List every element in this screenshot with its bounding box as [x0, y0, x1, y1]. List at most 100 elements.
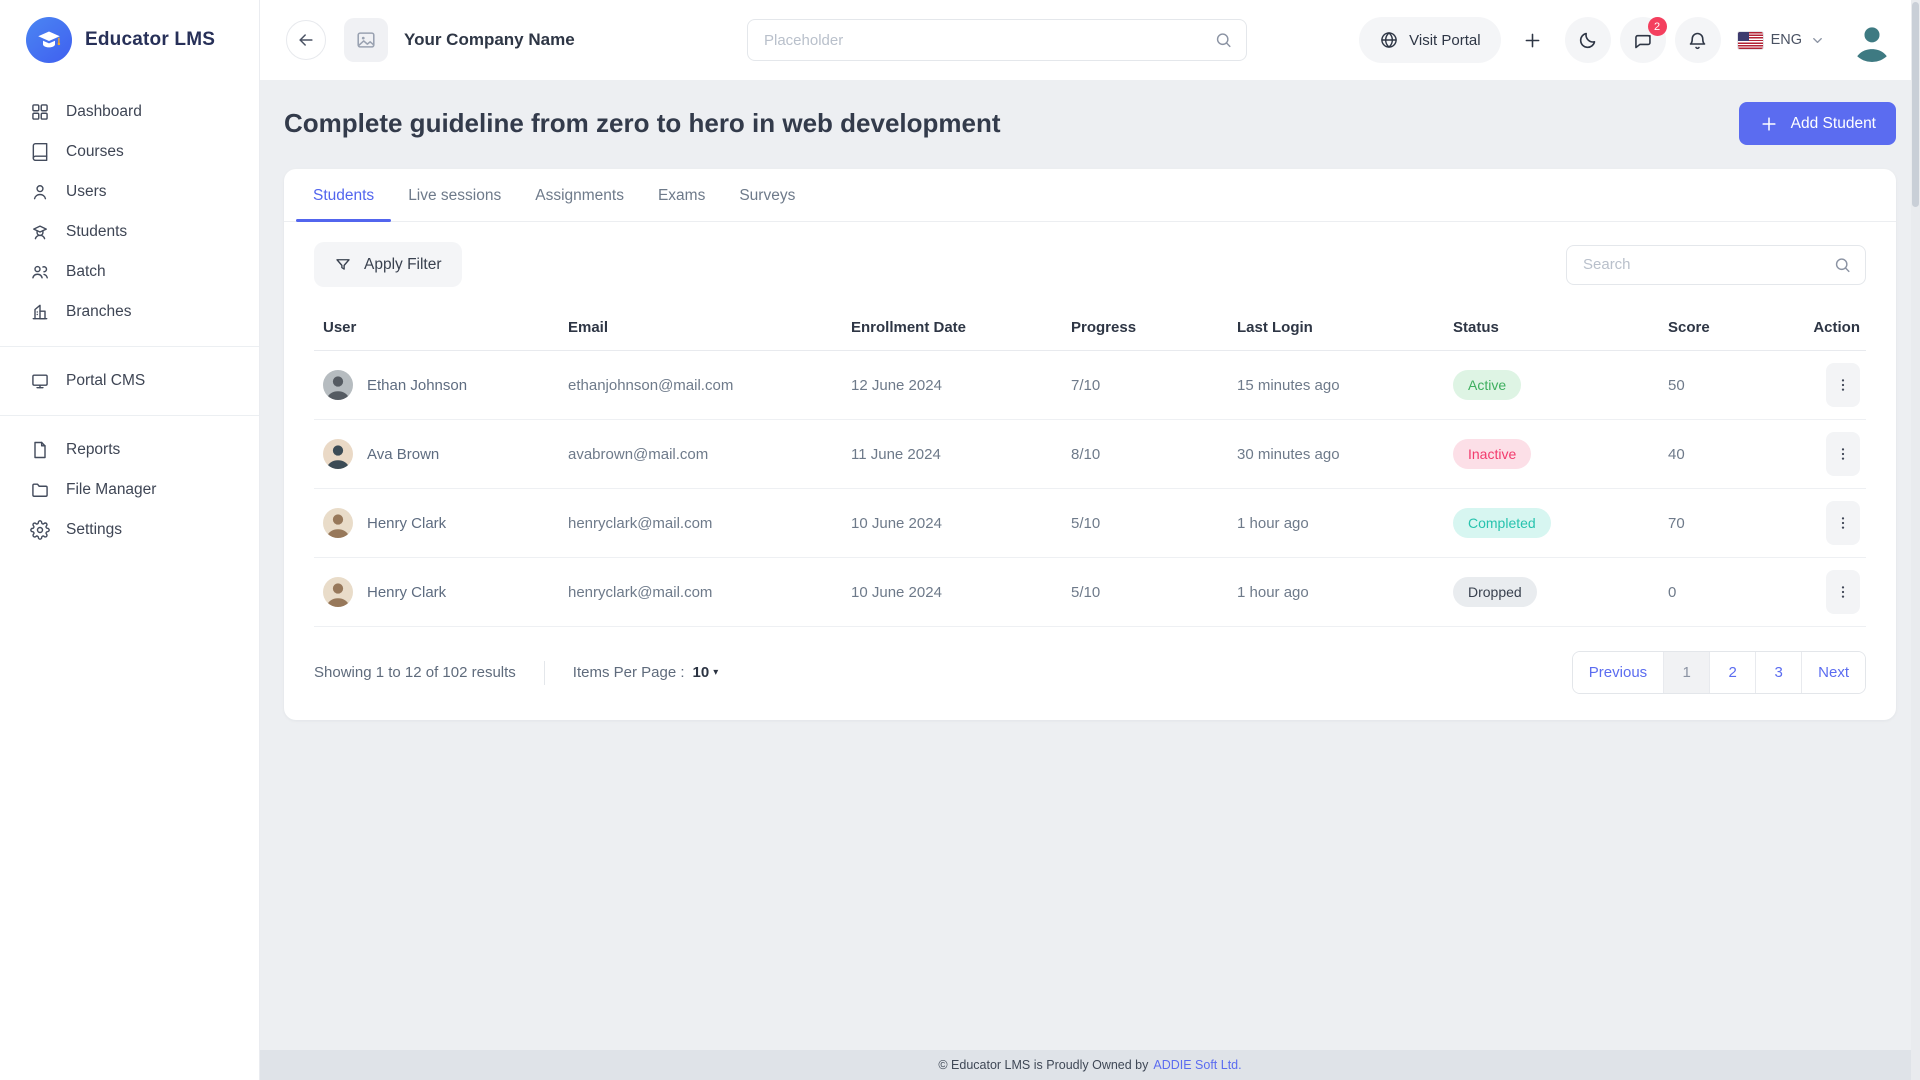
- back-button[interactable]: [286, 20, 326, 60]
- tab-live-sessions[interactable]: Live sessions: [391, 169, 518, 221]
- cell-enrollment-date: 11 June 2024: [851, 420, 1071, 489]
- tabs: StudentsLive sessionsAssignmentsExamsSur…: [284, 169, 1896, 222]
- messages-badge: 2: [1648, 17, 1667, 36]
- column-header-progress: Progress: [1071, 303, 1237, 351]
- cell-progress: 5/10: [1071, 489, 1237, 558]
- tab-assignments[interactable]: Assignments: [518, 169, 641, 221]
- global-search-input[interactable]: [747, 19, 1247, 61]
- table-header-row: User Email Enrollment Date Progress Last…: [314, 303, 1866, 351]
- cell-user: Ethan Johnson: [323, 370, 568, 400]
- profile-avatar-image: [1850, 18, 1894, 62]
- row-actions-button[interactable]: [1826, 501, 1860, 545]
- footer-owner-link[interactable]: ADDIE Soft Ltd.: [1153, 1058, 1241, 1072]
- page-title: Complete guideline from zero to hero in …: [284, 108, 1001, 139]
- sidebar-item-portal-cms[interactable]: Portal CMS: [30, 361, 243, 401]
- sidebar-item-dashboard[interactable]: Dashboard: [30, 92, 243, 132]
- status-badge: Active: [1453, 370, 1521, 400]
- sidebar-item-branches[interactable]: Branches: [30, 292, 243, 332]
- sidebar-item-file-manager[interactable]: File Manager: [30, 470, 243, 510]
- pagination-next[interactable]: Next: [1801, 652, 1865, 693]
- cell-score: 40: [1668, 420, 1793, 489]
- status-badge: Inactive: [1453, 439, 1531, 469]
- row-actions-button[interactable]: [1826, 432, 1860, 476]
- sidebar-item-label: Portal CMS: [66, 372, 145, 390]
- page-content: Complete guideline from zero to hero in …: [260, 80, 1920, 1050]
- add-new-button[interactable]: [1510, 17, 1556, 63]
- sidebar-item-courses[interactable]: Courses: [30, 132, 243, 172]
- cell-action: [1793, 420, 1866, 489]
- table-row: Ethan Johnsonethanjohnson@mail.com12 Jun…: [314, 351, 1866, 420]
- sidebar-item-settings[interactable]: Settings: [30, 510, 243, 550]
- tab-exams[interactable]: Exams: [641, 169, 722, 221]
- column-header-user: User: [314, 303, 568, 351]
- pagination-page-2[interactable]: 2: [1709, 652, 1755, 693]
- sidebar-item-label: Settings: [66, 521, 122, 539]
- cell-score: 50: [1668, 351, 1793, 420]
- column-header-action: Action: [1793, 303, 1866, 351]
- cell-status: Dropped: [1453, 558, 1668, 627]
- sidebar-item-label: File Manager: [66, 481, 156, 499]
- pagination-page-1[interactable]: 1: [1663, 652, 1709, 693]
- scrollbar-track[interactable]: [1911, 0, 1920, 1080]
- brand-name: Educator LMS: [85, 29, 215, 51]
- students-card: StudentsLive sessionsAssignmentsExamsSur…: [284, 169, 1896, 720]
- graduation-cap-icon: [26, 17, 72, 63]
- cell-enrollment-date: 10 June 2024: [851, 489, 1071, 558]
- topbar-actions: Visit Portal 2 ENG: [1359, 17, 1894, 63]
- moon-icon: [1577, 30, 1598, 51]
- cell-enrollment-date: 10 June 2024: [851, 558, 1071, 627]
- cell-user: Henry Clark: [323, 508, 568, 538]
- apply-filter-button[interactable]: Apply Filter: [314, 242, 462, 287]
- row-actions-button[interactable]: [1826, 570, 1860, 614]
- sidebar-item-users[interactable]: Users: [30, 172, 243, 212]
- sidebar-item-batch[interactable]: Batch: [30, 252, 243, 292]
- table-toolbar: Apply Filter: [284, 222, 1896, 303]
- items-per-page-select[interactable]: 10: [693, 664, 710, 681]
- add-student-button[interactable]: Add Student: [1739, 102, 1896, 145]
- company-logo-placeholder: [344, 18, 388, 62]
- cell-progress: 5/10: [1071, 558, 1237, 627]
- column-header-enrollment-date: Enrollment Date: [851, 303, 1071, 351]
- pagination-page-3[interactable]: 3: [1755, 652, 1801, 693]
- apply-filter-label: Apply Filter: [364, 256, 442, 274]
- sidebar-item-reports[interactable]: Reports: [30, 430, 243, 470]
- cell-status: Active: [1453, 351, 1668, 420]
- vertical-divider: [544, 661, 545, 685]
- items-per-page-label: Items Per Page :: [573, 664, 685, 681]
- page-head: Complete guideline from zero to hero in …: [284, 102, 1896, 145]
- column-header-email: Email: [568, 303, 851, 351]
- visit-portal-button[interactable]: Visit Portal: [1359, 17, 1500, 63]
- table-footer: Showing 1 to 12 of 102 results Items Per…: [284, 627, 1896, 720]
- arrow-left-icon: [296, 30, 316, 50]
- brand: Educator LMS: [0, 0, 259, 80]
- profile-avatar[interactable]: [1850, 18, 1894, 62]
- cell-email: ethanjohnson@mail.com: [568, 351, 851, 420]
- notifications-button[interactable]: [1675, 17, 1721, 63]
- tab-students[interactable]: Students: [296, 169, 391, 221]
- sidebar-item-students[interactable]: Students: [30, 212, 243, 252]
- dark-mode-toggle[interactable]: [1565, 17, 1611, 63]
- table-search-input[interactable]: [1566, 245, 1866, 285]
- company-name: Your Company Name: [404, 30, 575, 50]
- filter-icon: [334, 256, 352, 274]
- pagination-previous[interactable]: Previous: [1573, 652, 1663, 693]
- scrollbar-thumb[interactable]: [1912, 2, 1919, 207]
- table-row: Henry Clarkhenryclark@mail.com10 June 20…: [314, 489, 1866, 558]
- add-student-label: Add Student: [1791, 115, 1876, 133]
- plus-icon: [1759, 114, 1779, 134]
- row-actions-button[interactable]: [1826, 363, 1860, 407]
- cell-last-login: 15 minutes ago: [1237, 351, 1453, 420]
- batch-icon: [30, 262, 50, 282]
- messages-button[interactable]: 2: [1620, 17, 1666, 63]
- courses-icon: [30, 142, 50, 162]
- cell-progress: 7/10: [1071, 351, 1237, 420]
- main-column: Your Company Name Visit Portal: [260, 0, 1920, 1080]
- cell-status: Inactive: [1453, 420, 1668, 489]
- settings-icon: [30, 520, 50, 540]
- global-search: [747, 19, 1247, 61]
- sidebar-item-label: Dashboard: [66, 103, 142, 121]
- tab-surveys[interactable]: Surveys: [722, 169, 812, 221]
- reports-icon: [30, 440, 50, 460]
- table-search: [1566, 245, 1866, 285]
- language-selector[interactable]: ENG: [1738, 32, 1825, 49]
